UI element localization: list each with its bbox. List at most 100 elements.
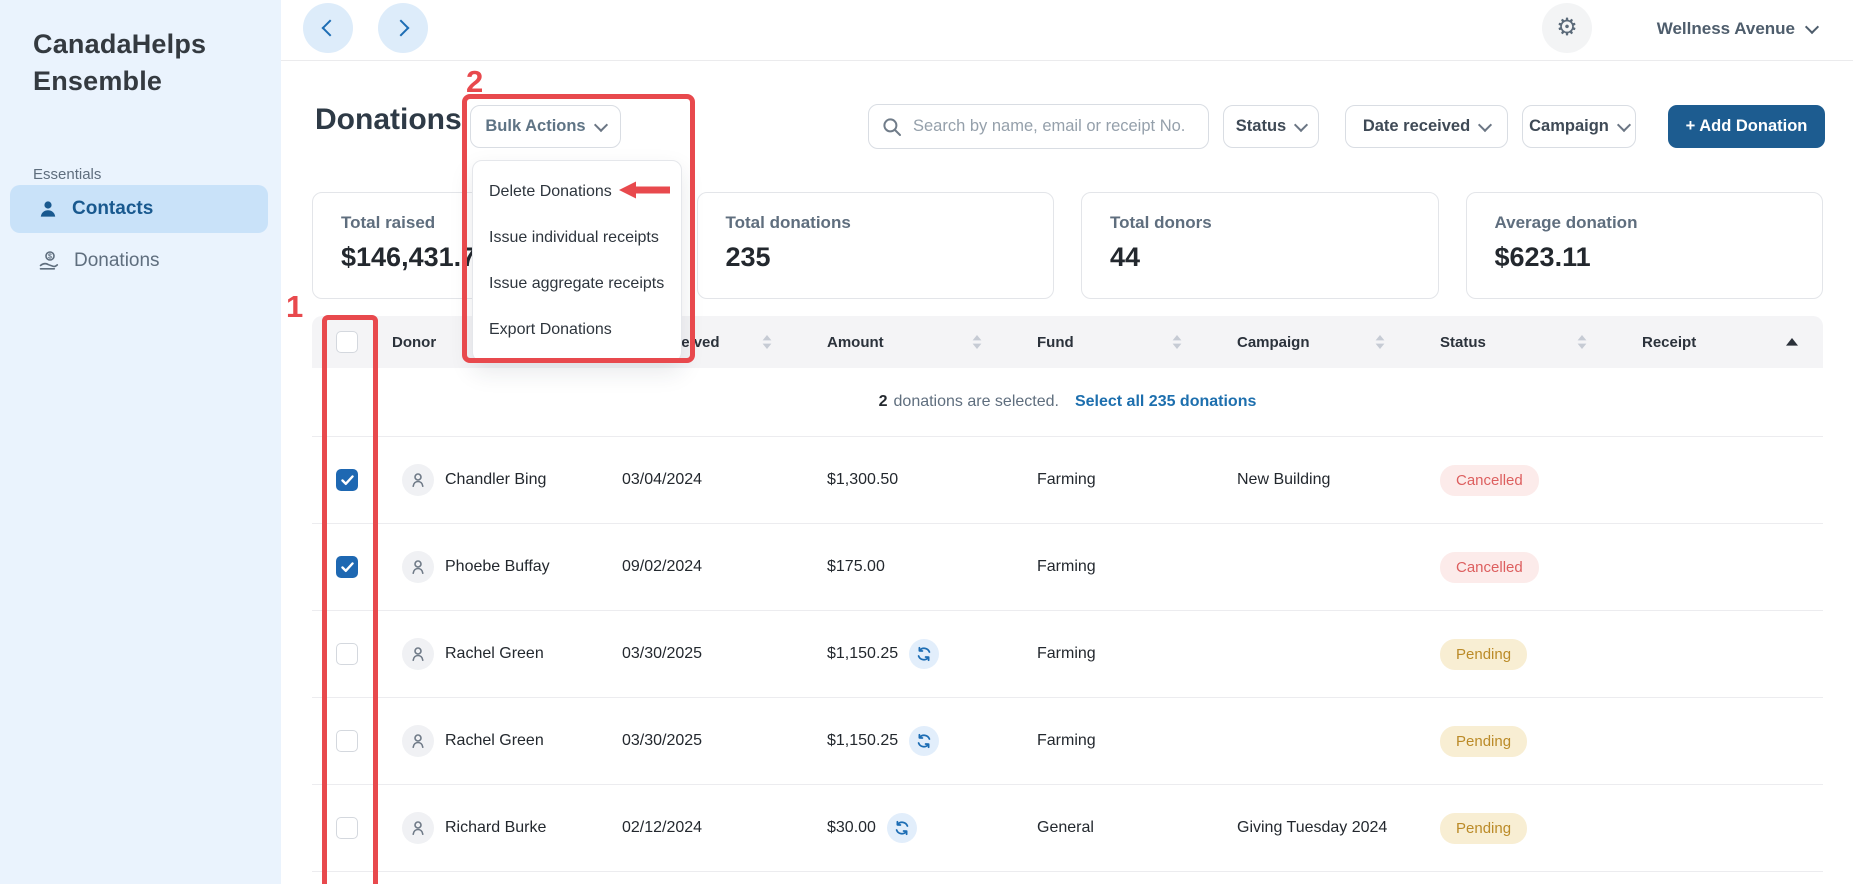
donor-name: Rachel Green: [445, 732, 544, 749]
amount-value: $175.00: [827, 558, 885, 575]
recurring-icon: [909, 639, 940, 669]
fund-cell: Farming: [1037, 558, 1096, 575]
amount-cell: $175.00: [817, 558, 1027, 576]
filter-campaign[interactable]: Campaign: [1522, 105, 1636, 148]
bulk-menu-item[interactable]: Issue aggregate receipts: [473, 261, 681, 307]
chevron-down-icon: [1616, 117, 1631, 132]
column-header-label: Campaign: [1237, 333, 1310, 351]
column-header[interactable]: Status: [1430, 316, 1632, 368]
table-row[interactable]: Chandler Bing 03/04/2024 $1,300.50 Farmi…: [312, 437, 1823, 524]
table-row[interactable]: Phoebe Buffay 09/02/2024 $175.00 Farming…: [312, 524, 1823, 611]
gear-icon: ⚙: [1556, 14, 1578, 41]
column-header[interactable]: Receipt: [1632, 316, 1823, 368]
table-row[interactable]: Rachel Green 03/30/2025 $1,150.25 Farmin…: [312, 611, 1823, 698]
status-badge: Pending: [1440, 638, 1528, 670]
sort-icon: [762, 335, 772, 349]
add-donation-button[interactable]: + Add Donation: [1668, 105, 1825, 148]
sort-icon-slot: [972, 335, 982, 349]
amount-cell: $30.00: [817, 813, 1027, 843]
status-badge: Cancelled: [1440, 551, 1539, 583]
column-header-label: Fund: [1037, 333, 1074, 351]
select-all-link[interactable]: Select all 235 donations: [1075, 393, 1256, 411]
status-cell: Pending: [1430, 725, 1632, 757]
fund-cell: Farming: [1037, 732, 1096, 749]
sidebar-item-label: Contacts: [72, 198, 154, 219]
add-donation-label: + Add Donation: [1685, 117, 1808, 135]
row-checkbox[interactable]: [336, 556, 358, 578]
org-selector[interactable]: Wellness Avenue: [1656, 0, 1820, 58]
stat-value: $623.11: [1494, 242, 1591, 272]
bulk-actions-menu: Delete Donations Issue individual receipt…: [472, 160, 682, 362]
ensemble-app: CanadaHelps Ensemble Essentials Contacts…: [0, 0, 1853, 884]
bulk-actions-label: Bulk Actions: [485, 117, 586, 135]
sort-icon-slot: [1172, 335, 1182, 349]
table-body: Chandler Bing 03/04/2024 $1,300.50 Farmi…: [312, 437, 1823, 872]
fund-cell: Farming: [1037, 471, 1096, 488]
forward-chevron-icon: [392, 19, 410, 37]
row-checkbox[interactable]: [336, 730, 358, 752]
settings-button[interactable]: ⚙: [1542, 3, 1592, 53]
amount-cell: $1,150.25: [817, 639, 1027, 669]
recurring-icon: [886, 813, 917, 843]
row-checkbox[interactable]: [336, 643, 358, 665]
date-received-cell: 09/02/2024: [622, 558, 703, 575]
org-name: Wellness Avenue: [1656, 19, 1795, 38]
search-box: [868, 104, 1209, 149]
recurring-icon: [909, 726, 940, 756]
stat-label: Total donors: [1110, 213, 1212, 232]
donor-name: Chandler Bing: [445, 471, 547, 488]
search-input[interactable]: [911, 116, 1208, 137]
sort-icon: [972, 335, 982, 349]
table-row[interactable]: Rachel Green 03/30/2025 $1,150.25 Farmin…: [312, 698, 1823, 785]
filter-date-received[interactable]: Date received: [1345, 105, 1508, 148]
stat-label: Average donation: [1494, 213, 1638, 232]
sidebar-section-label: Essentials: [33, 166, 102, 183]
sort-icon: [1375, 335, 1385, 349]
status-cell: Cancelled: [1430, 464, 1632, 496]
bulk-menu-item[interactable]: Issue individual receipts: [473, 215, 681, 261]
person-outline-icon: [412, 647, 424, 661]
column-header-label: Donor: [392, 333, 437, 351]
chevron-down-icon: [593, 117, 608, 132]
filter-status[interactable]: Status: [1223, 105, 1319, 148]
sidebar-item-contacts[interactable]: Contacts: [10, 185, 268, 233]
column-header[interactable]: Fund: [1027, 316, 1227, 368]
avatar: [402, 638, 434, 670]
status-cell: Cancelled: [1430, 551, 1632, 583]
stat-label: Total donations: [725, 213, 851, 232]
column-header[interactable]: Campaign: [1227, 316, 1430, 368]
table-row[interactable]: Richard Burke 02/12/2024 $30.00 General …: [312, 785, 1823, 872]
filter-label: Date received: [1362, 117, 1471, 135]
annotation-number-1: 1: [286, 289, 304, 324]
row-checkbox[interactable]: [336, 469, 358, 491]
column-header-label: Status: [1440, 333, 1486, 351]
donor-name: Phoebe Buffay: [445, 558, 550, 575]
person-outline-icon: [412, 734, 424, 748]
selection-text: donations are selected.: [893, 393, 1059, 410]
stat-value: 44: [1110, 242, 1141, 272]
sort-icon-slot: [1577, 335, 1587, 349]
select-all-cell: [312, 316, 382, 368]
date-received-cell: 02/12/2024: [622, 819, 703, 836]
main-content: Donations Bulk Actions Status Date recei…: [281, 61, 1853, 884]
bulk-menu-item[interactable]: Delete Donations: [473, 169, 681, 215]
sidebar-item-donations[interactable]: $ Donations: [10, 237, 268, 285]
amount-value: $1,150.25: [827, 645, 899, 662]
person-icon: [37, 198, 59, 220]
row-checkbox[interactable]: [336, 817, 358, 839]
column-header-label: Amount: [827, 333, 884, 351]
column-header[interactable]: Amount: [817, 316, 1027, 368]
filter-label: Status: [1235, 117, 1287, 135]
stat-value: 235: [725, 242, 771, 272]
select-all-checkbox[interactable]: [336, 331, 358, 353]
avatar: [402, 464, 434, 496]
chevron-down-icon: [1804, 19, 1820, 35]
stat-card: Average donation $623.11: [1465, 192, 1823, 299]
bulk-menu-item[interactable]: Export Donations: [473, 307, 681, 353]
forward-button[interactable]: [378, 3, 428, 53]
bulk-actions-button[interactable]: Bulk Actions: [470, 105, 621, 148]
back-button[interactable]: [303, 3, 353, 53]
filter-label: Campaign: [1529, 117, 1609, 135]
stat-card: Total donors 44: [1081, 192, 1439, 299]
amount-cell: $1,150.25: [817, 726, 1027, 756]
